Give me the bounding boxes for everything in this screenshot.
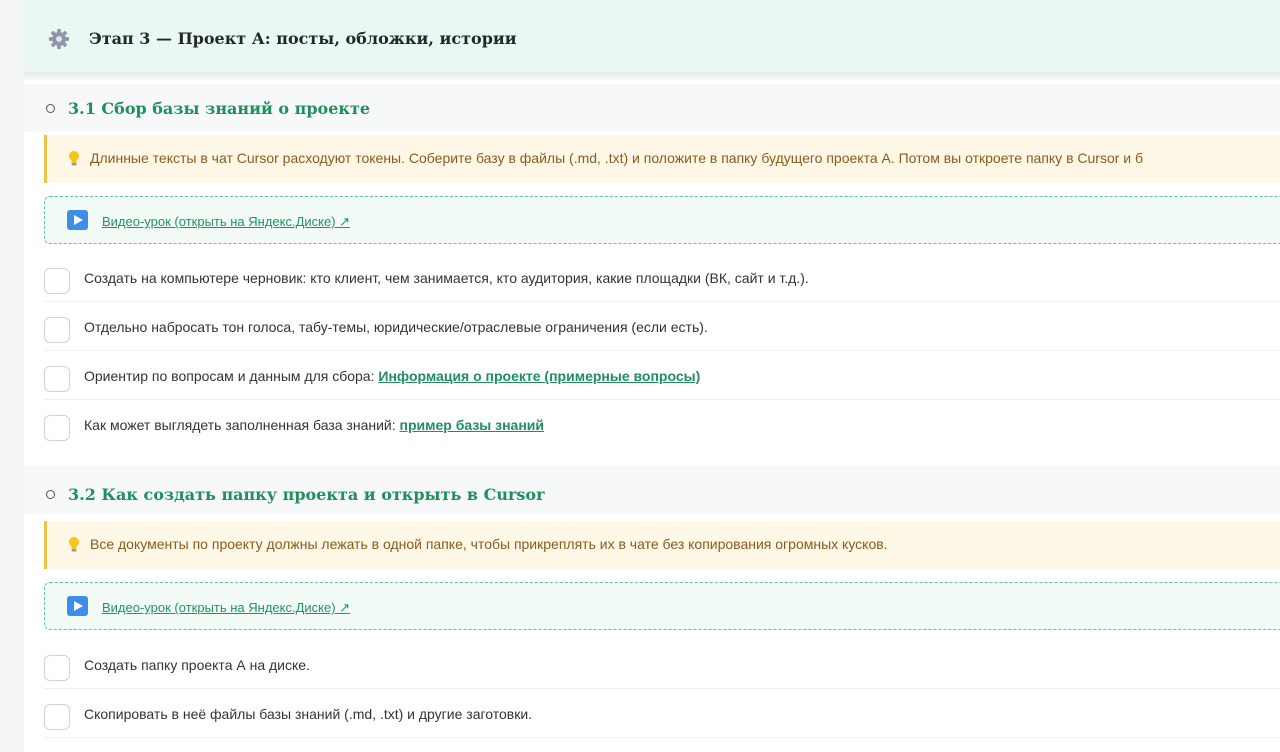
task-item: Скопировать в неё файлы базы знаний (.md… — [44, 690, 1280, 738]
video-lesson-box: Видео-урок (открыть на Яндекс.Диске) ↗ — [44, 582, 1280, 630]
play-icon[interactable] — [67, 596, 88, 616]
task-text: Отдельно набросать тон голоса, табу-темы… — [84, 319, 708, 335]
task-item: Создать папку проекта А на диске. — [44, 641, 1280, 689]
video-lesson-box: Видео-урок (открыть на Яндекс.Диске) ↗ — [44, 196, 1280, 244]
section-bullet-icon — [46, 490, 55, 499]
video-lesson-link[interactable]: Видео-урок (открыть на Яндекс.Диске) ↗ — [102, 600, 350, 616]
tip-text: Все документы по проекту должны лежать в… — [90, 536, 888, 552]
section-title: 3.1 Сбор базы знаний о проекте — [68, 99, 371, 118]
video-lesson-link[interactable]: Видео-урок (открыть на Яндекс.Диске) ↗ — [102, 214, 350, 230]
task-checkbox[interactable] — [44, 317, 70, 343]
task-checkbox[interactable] — [44, 415, 70, 441]
section-header-3-1[interactable]: 3.1 Сбор базы знаний о проекте — [24, 84, 1280, 132]
task-item: Отдельно набросать тон голоса, табу-темы… — [44, 303, 1280, 351]
task-text: Как может выглядеть заполненная база зна… — [84, 417, 544, 433]
task-checkbox[interactable] — [44, 704, 70, 730]
gear-icon — [48, 28, 70, 50]
tip-box: Длинные тексты в чат Cursor расходуют то… — [44, 135, 1280, 183]
play-icon[interactable] — [67, 210, 88, 230]
knowledge-base-example-link[interactable]: пример базы знаний — [400, 417, 544, 433]
lightbulb-icon — [69, 537, 79, 552]
lightbulb-icon — [69, 151, 79, 166]
task-checkbox[interactable] — [44, 366, 70, 392]
task-text: Создать папку проекта А на диске. — [84, 657, 310, 673]
task-checkbox[interactable] — [44, 655, 70, 681]
stage-header[interactable]: Этап 3 — Проект А: посты, обложки, истор… — [24, 0, 1280, 73]
project-info-link[interactable]: Информация о проекте (примерные вопросы) — [378, 368, 700, 384]
task-item: Создать на компьютере черновик: кто клие… — [44, 254, 1280, 302]
section-bullet-icon — [46, 104, 55, 113]
task-checkbox[interactable] — [44, 268, 70, 294]
tip-text: Длинные тексты в чат Cursor расходуют то… — [90, 150, 1144, 166]
tip-box: Все документы по проекту должны лежать в… — [44, 521, 1280, 569]
header-divider — [24, 72, 1280, 80]
task-item: Как может выглядеть заполненная база зна… — [44, 401, 1280, 449]
task-text: Ориентир по вопросам и данным для сбора:… — [84, 368, 701, 384]
task-text: Создать на компьютере черновик: кто клие… — [84, 270, 809, 286]
task-text: Скопировать в неё файлы базы знаний (.md… — [84, 706, 533, 722]
stage-card: Этап 3 — Проект А: посты, обложки, истор… — [24, 0, 1280, 752]
task-item: Ориентир по вопросам и данным для сбора:… — [44, 352, 1280, 400]
stage-title: Этап 3 — Проект А: посты, обложки, истор… — [89, 29, 517, 48]
section-header-3-2[interactable]: 3.2 Как создать папку проекта и открыть … — [24, 466, 1280, 514]
section-title: 3.2 Как создать папку проекта и открыть … — [68, 485, 545, 504]
